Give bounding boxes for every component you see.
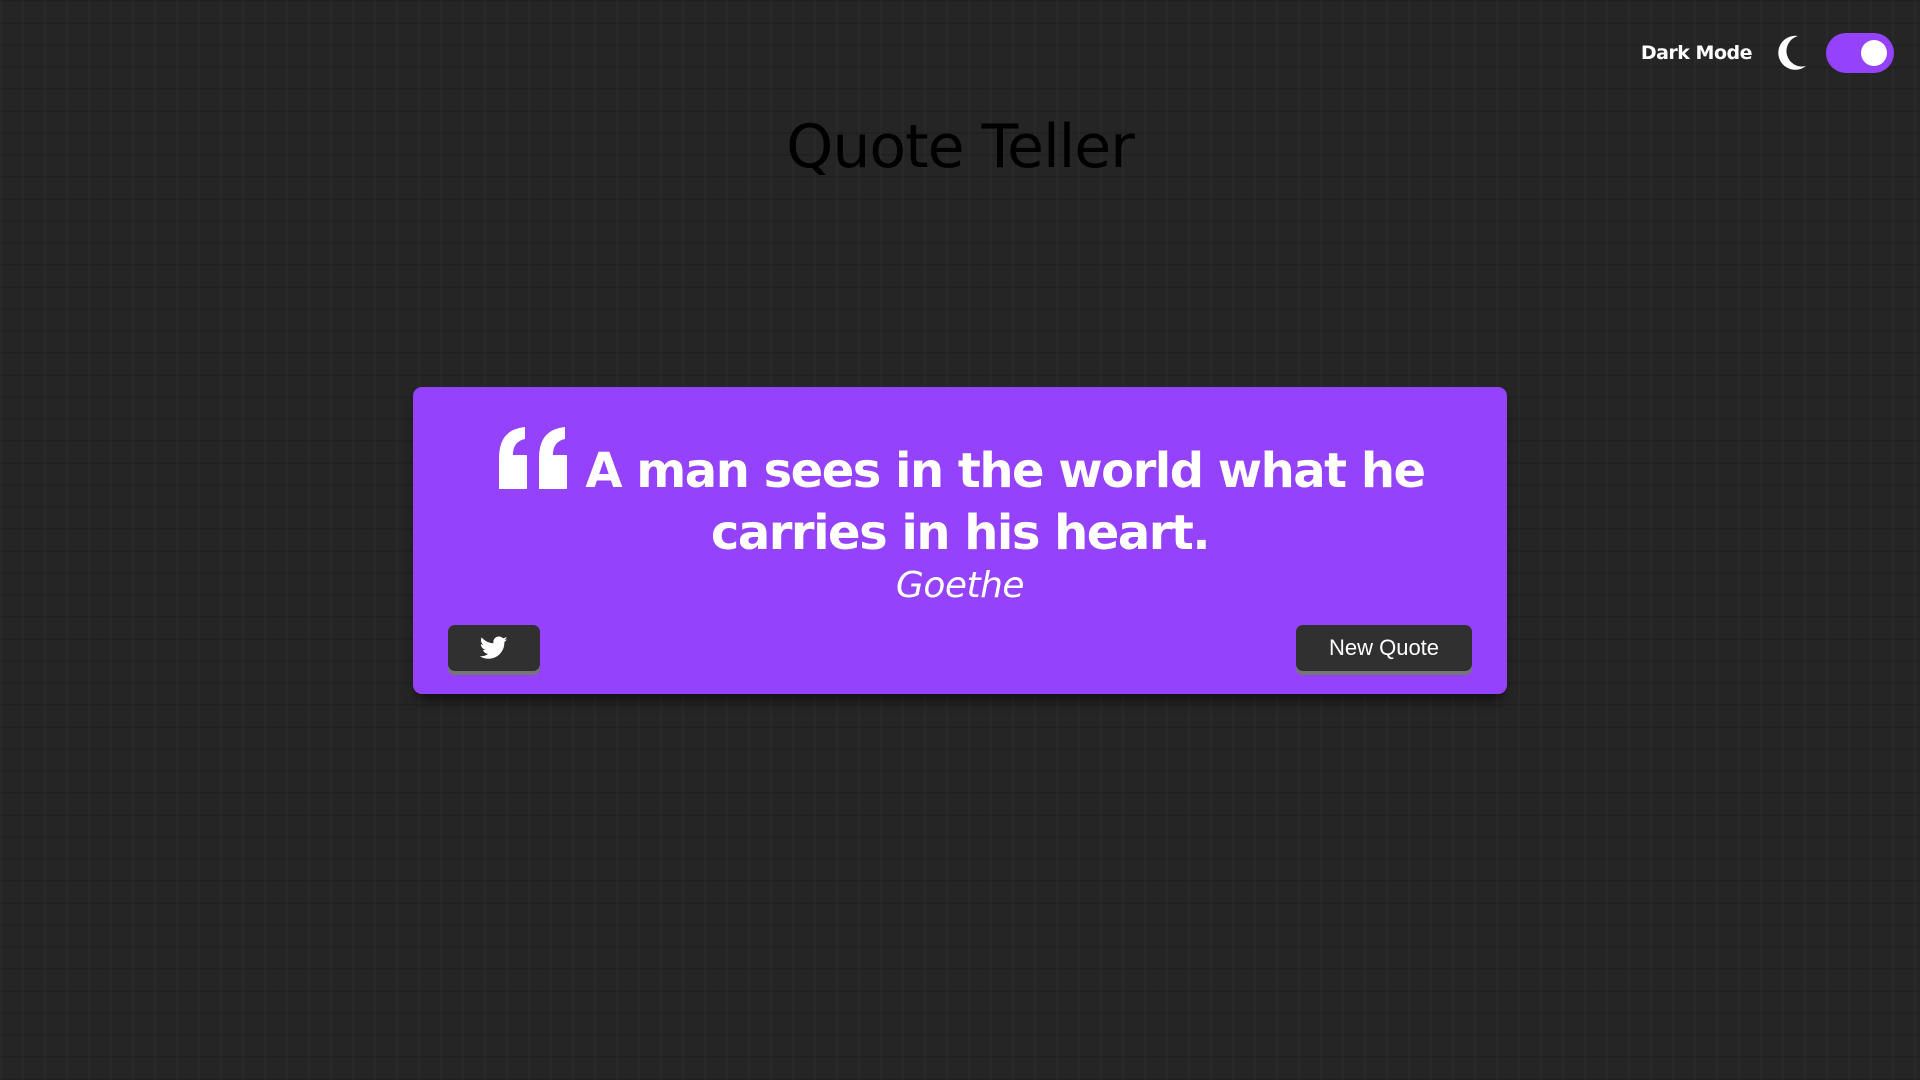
twitter-button[interactable]: [448, 625, 540, 671]
quote-text-line1: A man sees in the world what he: [585, 443, 1426, 499]
toggle-knob: [1861, 40, 1887, 66]
quote-author: Goethe: [895, 565, 1025, 606]
page-title: Quote Teller: [786, 112, 1135, 182]
quote-line-1: A man sees in the world what he: [413, 425, 1507, 502]
dark-mode-toggle[interactable]: [1826, 33, 1894, 73]
quote-text: A man sees in the world what he carries …: [413, 425, 1507, 564]
quote-text-line2: carries in his heart.: [710, 505, 1211, 561]
twitter-icon: [480, 636, 508, 659]
new-quote-button[interactable]: New Quote: [1296, 625, 1472, 671]
quote-left-icon: [499, 427, 568, 489]
theme-switch-wrapper: Dark Mode: [1641, 33, 1894, 73]
moon-icon: [1778, 35, 1806, 70]
quote-container: A man sees in the world what he carries …: [413, 387, 1507, 694]
dark-mode-label: Dark Mode: [1640, 42, 1753, 64]
